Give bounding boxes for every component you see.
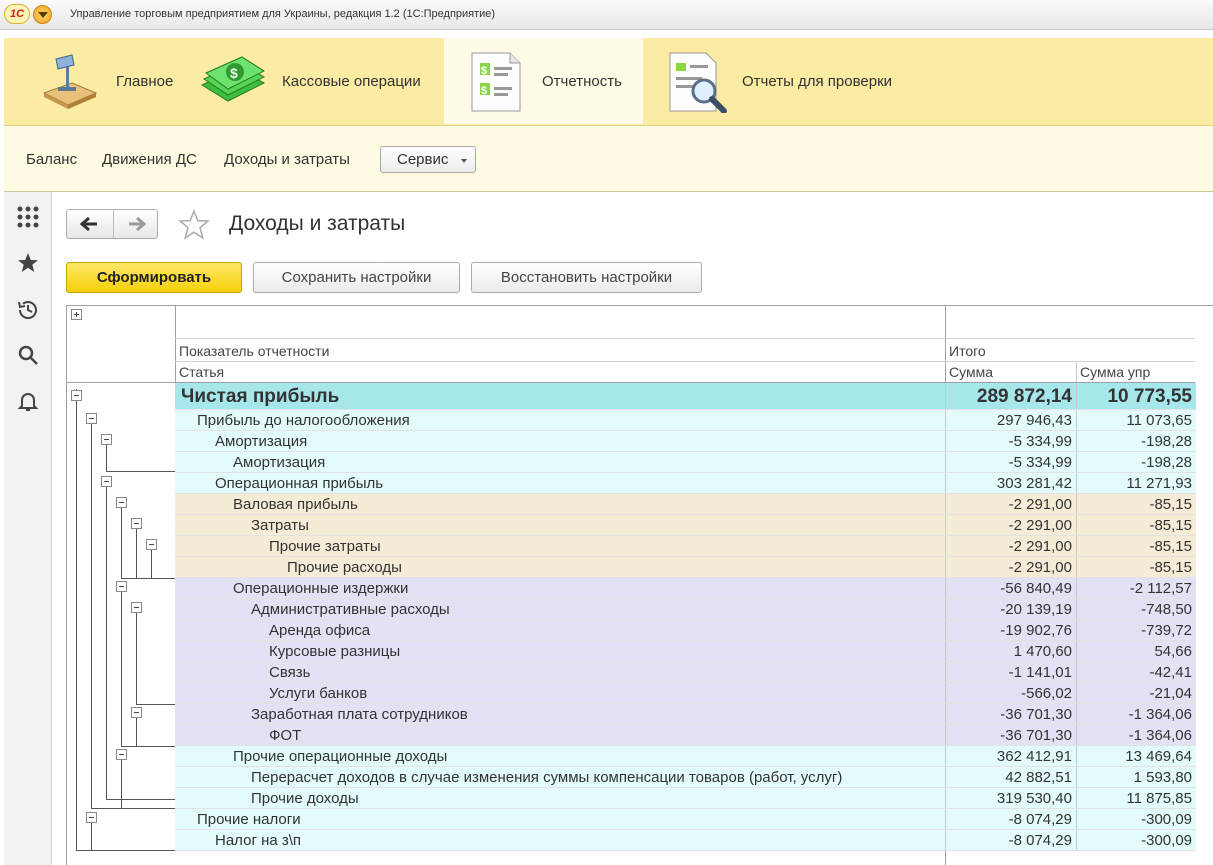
table-row[interactable]: Операционная прибыль 303 281,42 11 271,9… xyxy=(175,473,1196,494)
bell-icon[interactable] xyxy=(16,389,40,413)
section-reports[interactable]: $ $ Отчетность xyxy=(444,38,643,124)
table-row[interactable]: Прочие операционные доходы 362 412,91 13… xyxy=(175,746,1196,767)
table-row[interactable]: Прибыль до налогообложения 297 946,43 11… xyxy=(175,410,1196,431)
table-row[interactable]: Операционные издержки -56 840,49 -2 112,… xyxy=(175,578,1196,599)
expand-all-icon[interactable] xyxy=(71,309,82,320)
forward-button[interactable] xyxy=(113,210,159,238)
report-magnifier-icon xyxy=(664,49,728,114)
collapse-icon[interactable] xyxy=(116,749,127,760)
collapse-icon[interactable] xyxy=(131,602,142,613)
svg-text:$: $ xyxy=(481,65,487,77)
section-label: Главное xyxy=(116,72,174,90)
desk-lamp-icon xyxy=(38,49,102,113)
table-row[interactable]: Услуги банков -566,02 -21,04 xyxy=(175,683,1196,704)
svg-text:$: $ xyxy=(230,65,238,81)
section-cash[interactable]: $ Кассовые операции xyxy=(198,38,438,124)
collapse-icon[interactable] xyxy=(86,812,97,823)
table-row[interactable]: Перерасчет доходов в случае изменения су… xyxy=(175,767,1196,788)
collapse-icon[interactable] xyxy=(71,390,82,401)
app-logo: 1С xyxy=(4,4,30,24)
favorite-star-icon[interactable] xyxy=(178,208,210,241)
table-row[interactable]: Прочие расходы -2 291,00 -85,15 xyxy=(175,557,1196,578)
table-row[interactable]: Прочие доходы 319 530,40 11 875,85 xyxy=(175,788,1196,809)
restore-settings-button[interactable]: Восстановить настройки xyxy=(471,262,702,293)
money-icon: $ xyxy=(198,49,268,113)
header-sum: Сумма xyxy=(949,364,993,380)
generate-button[interactable]: Сформировать xyxy=(66,262,242,293)
main-menu-button[interactable] xyxy=(33,5,52,24)
section-label: Отчеты для проверки xyxy=(742,72,893,90)
table-row[interactable]: Чистая прибыль 289 872,14 10 773,55 xyxy=(175,383,1196,410)
table-row[interactable]: Валовая прибыль -2 291,00 -85,15 xyxy=(175,494,1196,515)
save-settings-button[interactable]: Сохранить настройки xyxy=(253,262,460,293)
page-title: Доходы и затраты xyxy=(229,212,406,235)
table-row[interactable]: Аренда офиса -19 902,76 -739,72 xyxy=(175,620,1196,641)
service-label: Сервис xyxy=(397,151,449,168)
table-row[interactable]: Амортизация -5 334,99 -198,28 xyxy=(175,452,1196,473)
section-audit-reports[interactable]: Отчеты для проверки xyxy=(664,38,934,124)
title-bar: 1С Управление торговым предприятием для … xyxy=(0,0,1213,30)
table-row[interactable]: Амортизация -5 334,99 -198,28 xyxy=(175,431,1196,452)
table-row[interactable]: Прочие затраты -2 291,00 -85,15 xyxy=(175,536,1196,557)
collapse-icon[interactable] xyxy=(116,581,127,592)
window-title: Управление торговым предприятием для Укр… xyxy=(70,8,496,20)
section-label: Кассовые операции xyxy=(282,72,421,90)
collapse-icon[interactable] xyxy=(101,476,112,487)
apps-grid-icon[interactable] xyxy=(16,205,40,229)
chevron-down-icon xyxy=(461,159,467,163)
table-row[interactable]: Прочие налоги -8 074,29 -300,09 xyxy=(175,809,1196,830)
section-main[interactable]: Главное xyxy=(38,38,198,124)
svg-text:$: $ xyxy=(481,85,487,97)
star-icon[interactable] xyxy=(16,251,40,275)
subnav-link-balance[interactable]: Баланс xyxy=(26,151,77,168)
gutter-separator xyxy=(175,306,176,384)
table-row[interactable]: Связь -1 141,01 -42,41 xyxy=(175,662,1196,683)
table-row[interactable]: ФОТ -36 701,30 -1 364,06 xyxy=(175,725,1196,746)
report-document-icon: $ $ xyxy=(464,49,528,113)
collapse-icon[interactable] xyxy=(116,497,127,508)
collapse-icon[interactable] xyxy=(146,539,157,550)
report-table: Показатель отчетности Итого Статья Сумма… xyxy=(66,305,1213,865)
table-row[interactable]: Административные расходы -20 139,19 -748… xyxy=(175,599,1196,620)
header-total: Итого xyxy=(949,343,986,359)
subnav-link-income-expenses[interactable]: Доходы и затраты xyxy=(224,151,350,168)
sections-panel: Главное $ Кассовые операции $ $ Отчетнос… xyxy=(4,38,1213,126)
table-row[interactable]: Налог на з\п -8 074,29 -300,09 xyxy=(175,830,1196,851)
left-panel xyxy=(4,192,52,865)
collapse-icon[interactable] xyxy=(86,413,97,424)
history-nav xyxy=(66,209,158,239)
table-row[interactable]: Заработная плата сотрудников -36 701,30 … xyxy=(175,704,1196,725)
collapse-icon[interactable] xyxy=(101,434,112,445)
history-icon[interactable] xyxy=(16,298,40,322)
service-dropdown-button[interactable]: Сервис xyxy=(380,146,476,173)
header-sum-mgmt: Сумма упр xyxy=(1080,364,1151,380)
collapse-icon[interactable] xyxy=(131,518,142,529)
search-icon[interactable] xyxy=(16,343,40,367)
collapse-icon[interactable] xyxy=(131,707,142,718)
subnav-panel: Баланс Движения ДС Доходы и затраты Серв… xyxy=(4,126,1213,192)
header-article: Статья xyxy=(179,364,225,380)
table-row[interactable]: Курсовые разницы 1 470,60 54,66 xyxy=(175,641,1196,662)
table-row[interactable]: Затраты -2 291,00 -85,15 xyxy=(175,515,1196,536)
section-label: Отчетность xyxy=(542,72,622,90)
back-button[interactable] xyxy=(67,210,113,238)
subnav-link-cash-flow[interactable]: Движения ДС xyxy=(102,151,197,168)
header-indicator: Показатель отчетности xyxy=(179,343,330,359)
